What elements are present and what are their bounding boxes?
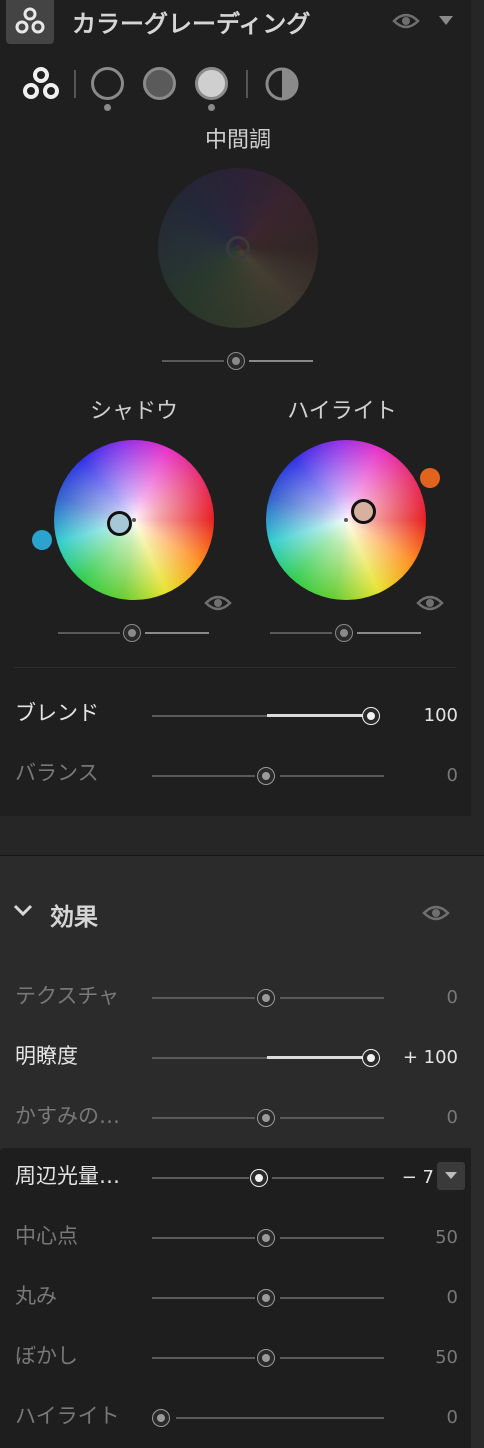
feather-label: ぼかし <box>15 1344 78 1368</box>
balance-value[interactable]: 0 <box>447 765 458 786</box>
vignette-track-right <box>272 1177 384 1179</box>
chevron-down-icon[interactable] <box>12 903 34 919</box>
midpoint-slider[interactable] <box>258 1230 274 1246</box>
three-circles-icon <box>15 7 45 34</box>
clarity-fill <box>267 1056 363 1059</box>
vignette-highlights-label: ハイライト <box>15 1404 120 1428</box>
dehaze-track-left <box>152 1117 255 1119</box>
feather-value[interactable]: 50 <box>435 1347 458 1368</box>
roundness-label: 丸み <box>15 1284 57 1308</box>
blend-value[interactable]: 100 <box>424 705 458 726</box>
midtones-mode-button[interactable] <box>143 67 176 100</box>
midpoint-label: 中心点 <box>15 1224 78 1248</box>
midpoint-track-right <box>280 1237 384 1239</box>
blend-track <box>152 715 267 717</box>
midtones-wheel-handle[interactable] <box>226 236 250 260</box>
roundness-track-left <box>152 1297 255 1299</box>
shadows-mode-button[interactable] <box>91 67 124 100</box>
highlights-wheel-handle[interactable] <box>351 499 376 524</box>
balance-label: バランス <box>15 761 99 785</box>
midtones-label: 中間調 <box>204 128 271 153</box>
vignette-slider[interactable] <box>251 1170 267 1186</box>
blend-fill <box>267 714 363 717</box>
vignette-track-left <box>152 1177 249 1179</box>
caret-down-icon <box>445 1172 457 1179</box>
color-grading-panel-icon[interactable] <box>6 0 54 44</box>
midtones-luminance-track-right <box>249 360 313 362</box>
midpoint-track-left <box>152 1237 255 1239</box>
dehaze-label: かすみの… <box>15 1104 120 1128</box>
mode-separator <box>74 70 76 98</box>
feather-track-left <box>152 1357 255 1359</box>
clarity-label: 明瞭度 <box>15 1044 78 1068</box>
divider <box>14 667 456 668</box>
dehaze-track-right <box>280 1117 384 1119</box>
clarity-track <box>152 1057 267 1059</box>
texture-slider[interactable] <box>258 990 274 1006</box>
highlights-mode-button[interactable] <box>195 67 228 100</box>
mode-indicator-dot <box>104 104 111 111</box>
vignette-highlights-value[interactable]: 0 <box>447 1407 458 1428</box>
shadows-hue-marker[interactable] <box>32 530 52 550</box>
mode-indicator-dot <box>208 104 215 111</box>
balance-track-left <box>152 775 255 777</box>
half-circle-icon[interactable] <box>264 66 300 102</box>
roundness-slider[interactable] <box>258 1290 274 1306</box>
shadows-luminance-track-left <box>58 632 120 634</box>
vignette-value[interactable]: − 7 <box>402 1167 434 1188</box>
effects-title[interactable]: 効果 <box>50 897 98 932</box>
midtones-luminance-track-left <box>162 360 224 362</box>
highlights-wheel-center-dot <box>344 518 348 522</box>
texture-track-left <box>152 997 255 999</box>
highlights-luminance-slider[interactable] <box>336 625 352 641</box>
three-circles-icon[interactable] <box>20 66 62 102</box>
shadows-luminance-track-right <box>145 632 209 634</box>
feather-track-right <box>280 1357 384 1359</box>
balance-slider[interactable] <box>258 768 274 784</box>
texture-value[interactable]: 0 <box>447 987 458 1008</box>
dehaze-slider[interactable] <box>258 1110 274 1126</box>
clarity-slider[interactable] <box>363 1050 379 1066</box>
vignette-highlights-slider[interactable] <box>153 1410 169 1426</box>
caret-down-icon[interactable] <box>438 15 454 27</box>
roundness-value[interactable]: 0 <box>447 1287 458 1308</box>
panel-gap <box>0 816 484 856</box>
vignette-dropdown[interactable] <box>437 1162 465 1190</box>
blend-slider[interactable] <box>363 708 379 724</box>
midtones-luminance-slider[interactable] <box>228 353 244 369</box>
shadows-label: シャドウ <box>89 399 178 424</box>
shadows-luminance-slider[interactable] <box>124 625 140 641</box>
eye-icon[interactable] <box>392 10 420 32</box>
midpoint-value[interactable]: 50 <box>435 1227 458 1248</box>
blend-label: ブレンド <box>15 701 99 725</box>
eye-icon[interactable] <box>204 592 232 614</box>
mode-separator <box>246 70 248 98</box>
shadows-wheel-center-dot <box>132 518 136 522</box>
texture-track-right <box>280 997 384 999</box>
clarity-value[interactable]: + 100 <box>403 1047 458 1068</box>
vignette-highlights-track <box>176 1417 384 1419</box>
eye-icon[interactable] <box>416 592 444 614</box>
highlights-luminance-track-right <box>357 632 421 634</box>
texture-label: テクスチャ <box>15 984 120 1008</box>
shadows-wheel-handle[interactable] <box>107 511 132 536</box>
highlights-label: ハイライト <box>287 399 397 424</box>
dehaze-value[interactable]: 0 <box>447 1107 458 1128</box>
highlights-luminance-track-left <box>270 632 332 634</box>
color-grading-title: カラーグレーディング <box>72 10 311 38</box>
vignette-label: 周辺光量… <box>15 1164 120 1188</box>
roundness-track-right <box>280 1297 384 1299</box>
balance-track-right <box>280 775 384 777</box>
eye-icon[interactable] <box>422 902 450 924</box>
feather-slider[interactable] <box>258 1350 274 1366</box>
highlights-hue-marker[interactable] <box>420 468 440 488</box>
